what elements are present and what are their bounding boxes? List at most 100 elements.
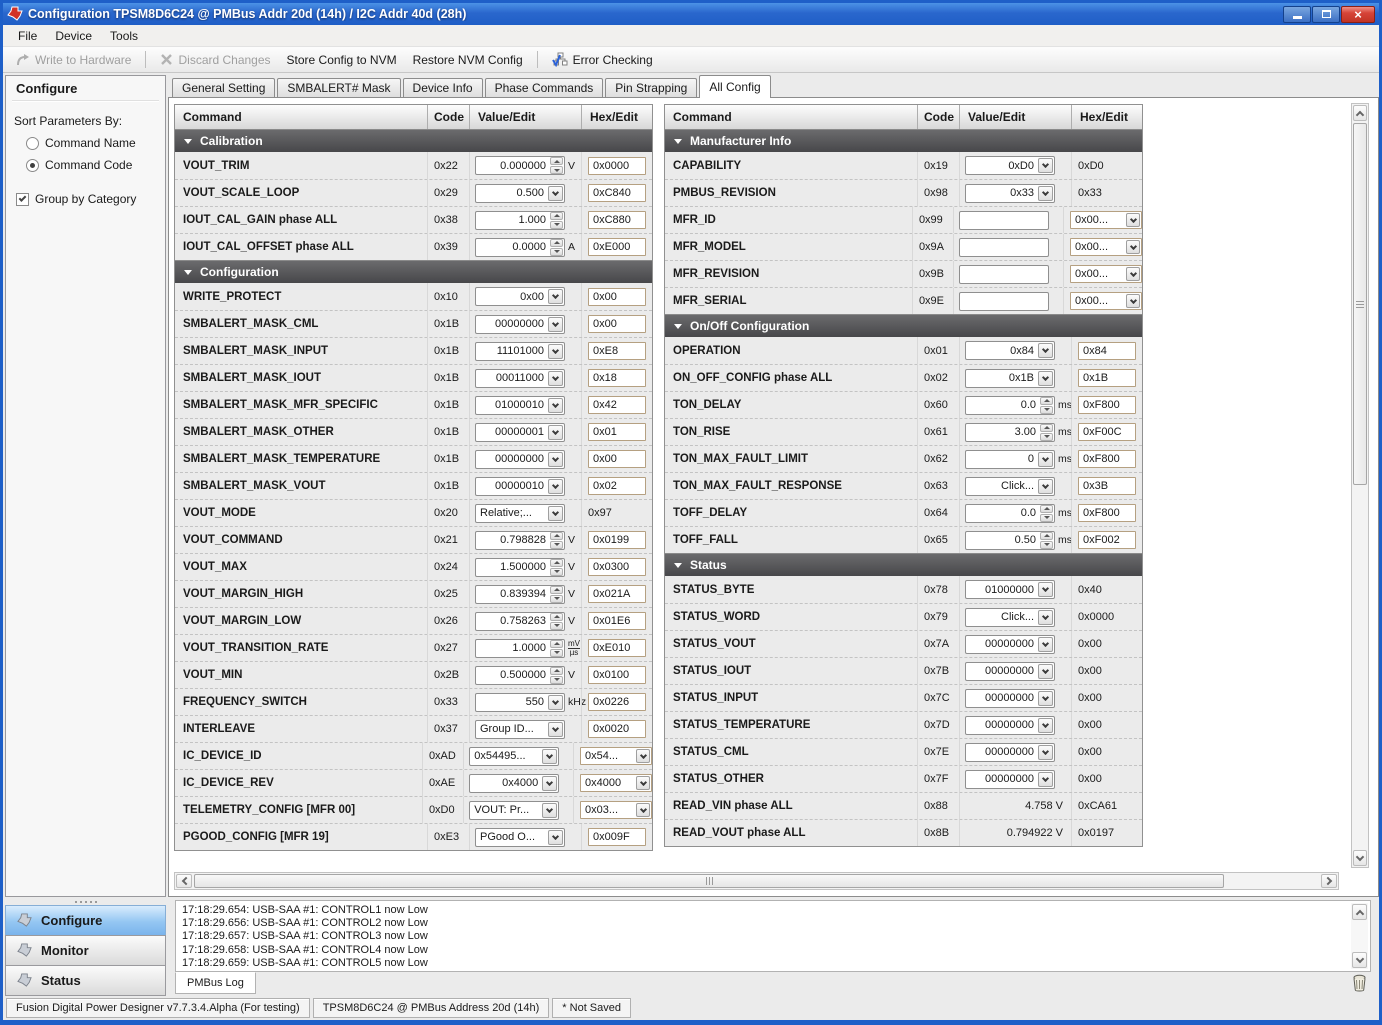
value-input[interactable] <box>959 265 1049 284</box>
chevron-down-icon[interactable] <box>548 425 563 440</box>
hex-input[interactable]: 0xF800 <box>1078 450 1136 468</box>
maximize-icon[interactable] <box>1312 6 1340 23</box>
chevron-down-icon[interactable] <box>548 289 563 304</box>
value-spinner[interactable]: 0.50 <box>965 531 1055 550</box>
chevron-down-icon[interactable] <box>1038 637 1053 652</box>
spinner-buttons[interactable] <box>550 586 563 603</box>
scroll-right-icon[interactable] <box>1321 874 1337 888</box>
hex-input[interactable]: 0x0000 <box>588 157 646 175</box>
hex-input[interactable]: 0xF800 <box>1078 396 1136 414</box>
value-dropdown[interactable]: 0x00 <box>475 287 565 306</box>
hex-input[interactable]: 0xE8 <box>588 342 646 360</box>
hex-dropdown[interactable]: 0x00... <box>1070 292 1142 310</box>
radio-icon[interactable] <box>26 137 39 150</box>
hex-input[interactable]: 0x18 <box>588 369 646 387</box>
chevron-down-icon[interactable] <box>1038 452 1053 467</box>
chevron-down-icon[interactable] <box>1038 582 1053 597</box>
hex-input[interactable]: 0xE010 <box>588 639 646 657</box>
value-spinner[interactable]: 0.000000 <box>475 156 565 175</box>
hex-input[interactable]: 0x00 <box>588 288 646 306</box>
value-dropdown[interactable]: 01000000 <box>965 580 1055 599</box>
hex-dropdown[interactable]: 0x00... <box>1070 265 1142 283</box>
spin-up-icon[interactable] <box>1040 532 1053 540</box>
value-input[interactable] <box>959 292 1049 311</box>
nav-configure-button[interactable]: Configure <box>5 905 166 936</box>
value-dropdown[interactable]: 00000000 <box>965 662 1055 681</box>
hex-input[interactable]: 0x01E6 <box>588 612 646 630</box>
spin-down-icon[interactable] <box>550 649 563 657</box>
chevron-down-icon[interactable] <box>542 749 557 764</box>
discard-changes-button[interactable]: Discard Changes <box>153 50 277 70</box>
hex-input[interactable]: 0x009F <box>588 828 646 846</box>
spin-up-icon[interactable] <box>550 157 563 165</box>
hex-input[interactable]: 0x84 <box>1078 342 1136 360</box>
scroll-left-icon[interactable] <box>176 874 192 888</box>
radio-command-code[interactable]: Command Code <box>26 158 157 172</box>
value-spinner[interactable]: 0.0000 <box>475 238 565 257</box>
tab-pin-strapping[interactable]: Pin Strapping <box>605 78 697 97</box>
hex-input[interactable]: 0x0020 <box>588 720 646 738</box>
hex-input[interactable]: 0x42 <box>588 396 646 414</box>
chevron-down-icon[interactable] <box>1038 664 1053 679</box>
menu-tools[interactable]: Tools <box>101 25 147 47</box>
spin-up-icon[interactable] <box>550 640 563 648</box>
spinner-buttons[interactable] <box>1040 397 1053 414</box>
value-spinner[interactable]: 1.000 <box>475 211 565 230</box>
minimize-icon[interactable] <box>1283 6 1311 23</box>
chevron-down-icon[interactable] <box>548 317 563 332</box>
hex-input[interactable]: 0x0199 <box>588 531 646 549</box>
vertical-scrollbar[interactable] <box>1351 103 1369 868</box>
restore-nvm-config-button[interactable]: Restore NVM Config <box>406 50 530 70</box>
close-icon[interactable]: × <box>1341 6 1375 23</box>
chevron-down-icon[interactable] <box>548 479 563 494</box>
hex-input[interactable]: 0x0226 <box>588 693 646 711</box>
spinner-buttons[interactable] <box>550 640 563 657</box>
section-header[interactable]: Configuration <box>175 260 652 283</box>
spin-down-icon[interactable] <box>550 541 563 549</box>
chevron-down-icon[interactable] <box>548 344 563 359</box>
value-dropdown[interactable]: 00000000 <box>475 315 565 334</box>
value-dropdown[interactable]: 00000000 <box>475 450 565 469</box>
value-dropdown[interactable]: 01000010 <box>475 396 565 415</box>
chevron-down-icon[interactable] <box>548 371 563 386</box>
spin-down-icon[interactable] <box>1040 406 1053 414</box>
value-dropdown[interactable]: 0x84 <box>965 341 1055 360</box>
chevron-down-icon[interactable] <box>1126 294 1140 308</box>
scrollbar-thumb[interactable] <box>194 874 1224 888</box>
hex-input[interactable]: 0xF002 <box>1078 531 1136 549</box>
chevron-down-icon[interactable] <box>548 506 563 521</box>
chevron-down-icon[interactable] <box>542 776 557 791</box>
chevron-down-icon[interactable] <box>636 749 650 763</box>
value-spinner[interactable]: 0.798828 <box>475 531 565 550</box>
value-dropdown[interactable]: 0x33 <box>965 184 1055 203</box>
chevron-down-icon[interactable] <box>548 452 563 467</box>
chevron-down-icon[interactable] <box>548 695 563 710</box>
hex-input[interactable]: 0x02 <box>588 477 646 495</box>
spinner-buttons[interactable] <box>550 667 563 684</box>
chevron-down-icon[interactable] <box>548 830 563 845</box>
tab-phase-commands[interactable]: Phase Commands <box>485 78 604 97</box>
chevron-down-icon[interactable] <box>1038 479 1053 494</box>
value-dropdown[interactable]: 0xD0 <box>965 156 1055 175</box>
spin-up-icon[interactable] <box>1040 424 1053 432</box>
value-dropdown[interactable]: VOUT: Pr... <box>469 801 559 820</box>
value-spinner[interactable]: 1.0000 <box>475 639 565 658</box>
chevron-down-icon[interactable] <box>1038 610 1053 625</box>
chevron-down-icon[interactable] <box>1126 267 1140 281</box>
tab-all-config[interactable]: All Config <box>699 75 770 98</box>
value-dropdown[interactable]: 00000000 <box>965 716 1055 735</box>
chevron-down-icon[interactable] <box>542 803 557 818</box>
spinner-buttons[interactable] <box>550 532 563 549</box>
hex-input[interactable]: 0xE000 <box>588 238 646 256</box>
log-scrollbar[interactable] <box>1351 903 1368 969</box>
value-dropdown[interactable]: 11101000 <box>475 342 565 361</box>
scroll-down-icon[interactable] <box>1353 850 1367 866</box>
store-config-to-nvm-button[interactable]: Store Config to NVM <box>280 50 404 70</box>
spin-down-icon[interactable] <box>550 676 563 684</box>
radio-command-name[interactable]: Command Name <box>26 136 157 150</box>
section-header[interactable]: On/Off Configuration <box>665 314 1142 337</box>
value-dropdown[interactable]: 0 <box>965 450 1055 469</box>
spinner-buttons[interactable] <box>550 212 563 229</box>
chevron-down-icon[interactable] <box>1038 691 1053 706</box>
spinner-buttons[interactable] <box>550 157 563 174</box>
